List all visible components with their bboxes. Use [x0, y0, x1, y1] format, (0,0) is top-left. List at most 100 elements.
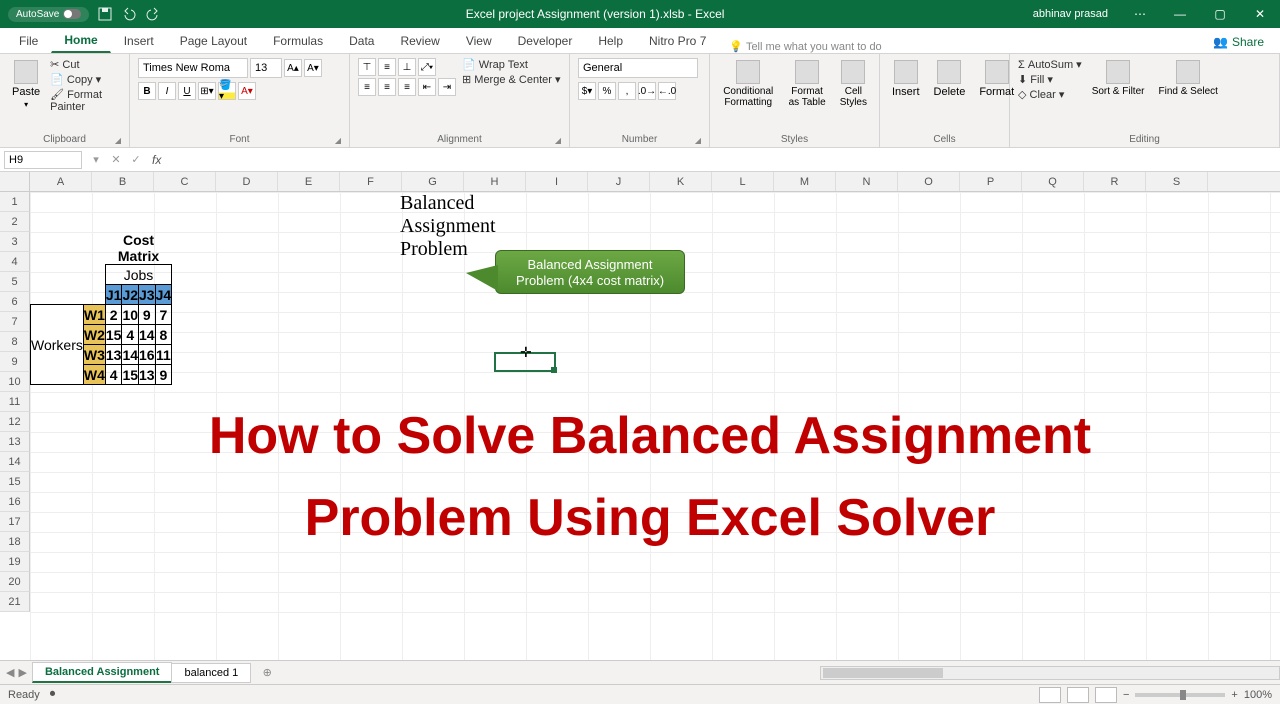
cut-button[interactable]: ✂ Cut [50, 58, 121, 71]
conditional-formatting-button[interactable]: Conditional Formatting [718, 58, 778, 110]
align-top-button[interactable]: ⊤ [358, 58, 376, 76]
comma-button[interactable]: , [618, 82, 636, 100]
close-icon[interactable]: ✕ [1240, 0, 1280, 28]
name-box[interactable] [4, 151, 82, 169]
number-format-select[interactable] [578, 58, 698, 78]
horizontal-scrollbar[interactable] [820, 666, 1280, 680]
normal-view-button[interactable] [1039, 687, 1061, 703]
maximize-icon[interactable]: ▢ [1200, 0, 1240, 28]
align-right-button[interactable]: ≡ [398, 78, 416, 96]
add-sheet-button[interactable]: ⊕ [257, 666, 277, 679]
row-header[interactable]: 19 [0, 552, 30, 572]
save-icon[interactable] [97, 6, 113, 22]
border-button[interactable]: ⊞▾ [198, 82, 216, 100]
tab-nitro[interactable]: Nitro Pro 7 [636, 29, 719, 53]
delete-cells-button[interactable]: Delete [930, 58, 970, 100]
clear-button[interactable]: ◇ Clear ▾ [1018, 88, 1082, 101]
increase-font-button[interactable]: A▴ [284, 59, 302, 77]
column-header[interactable]: B [92, 172, 154, 191]
zoom-level[interactable]: 100% [1244, 689, 1272, 701]
user-name[interactable]: abhinav prasad [1021, 8, 1120, 20]
redo-icon[interactable] [145, 6, 161, 22]
column-header[interactable]: E [278, 172, 340, 191]
ribbon-options-icon[interactable]: ⋯ [1120, 0, 1160, 28]
row-header[interactable]: 20 [0, 572, 30, 592]
minimize-icon[interactable]: — [1160, 0, 1200, 28]
align-center-button[interactable]: ≡ [378, 78, 396, 96]
column-header[interactable]: G [402, 172, 464, 191]
fx-icon[interactable]: fx [146, 153, 167, 167]
formula-input[interactable] [167, 150, 1280, 169]
align-left-button[interactable]: ≡ [358, 78, 376, 96]
row-header[interactable]: 10 [0, 372, 30, 392]
namebox-dropdown-icon[interactable]: ▾ [86, 153, 106, 166]
select-all-button[interactable] [0, 172, 30, 191]
column-header[interactable]: K [650, 172, 712, 191]
page-layout-view-button[interactable] [1067, 687, 1089, 703]
autosum-button[interactable]: Σ AutoSum ▾ [1018, 58, 1082, 71]
align-bottom-button[interactable]: ⊥ [398, 58, 416, 76]
column-header[interactable]: P [960, 172, 1022, 191]
callout-shape[interactable]: Balanced AssignmentProblem (4x4 cost mat… [495, 250, 685, 294]
row-header[interactable]: 13 [0, 432, 30, 452]
column-header[interactable]: O [898, 172, 960, 191]
sheet-tab-active[interactable]: Balanced Assignment [32, 662, 173, 683]
share-button[interactable]: 👥 Share [1203, 31, 1274, 53]
cancel-formula-icon[interactable]: ✕ [106, 153, 126, 166]
column-header[interactable]: F [340, 172, 402, 191]
italic-button[interactable]: I [158, 82, 176, 100]
row-header[interactable]: 2 [0, 212, 30, 232]
bold-button[interactable]: B [138, 82, 156, 100]
paste-button[interactable]: Paste▾ [8, 58, 44, 111]
tab-review[interactable]: Review [387, 29, 452, 53]
increase-decimal-button[interactable]: .0→ [638, 82, 656, 100]
row-header[interactable]: 17 [0, 512, 30, 532]
orientation-button[interactable]: ⤢▾ [418, 58, 436, 76]
row-header[interactable]: 9 [0, 352, 30, 372]
row-header[interactable]: 16 [0, 492, 30, 512]
column-header[interactable]: D [216, 172, 278, 191]
column-header[interactable]: R [1084, 172, 1146, 191]
fill-button[interactable]: ⬇ Fill ▾ [1018, 73, 1082, 86]
insert-cells-button[interactable]: Insert [888, 58, 924, 100]
tell-me-input[interactable]: 💡 Tell me what you want to do [729, 40, 909, 53]
column-header[interactable]: L [712, 172, 774, 191]
row-header[interactable]: 4 [0, 252, 30, 272]
font-name-select[interactable] [138, 58, 248, 78]
row-header[interactable]: 14 [0, 452, 30, 472]
tab-view[interactable]: View [453, 29, 505, 53]
column-header[interactable]: C [154, 172, 216, 191]
page-break-view-button[interactable] [1095, 687, 1117, 703]
format-as-table-button[interactable]: Format as Table [784, 58, 829, 110]
row-header[interactable]: 7 [0, 312, 30, 332]
fill-color-button[interactable]: 🪣▾ [218, 82, 236, 100]
row-header[interactable]: 12 [0, 412, 30, 432]
tab-home[interactable]: Home [51, 28, 110, 53]
sheet-tab-other[interactable]: balanced 1 [171, 663, 251, 683]
row-header[interactable]: 1 [0, 192, 30, 212]
tab-developer[interactable]: Developer [505, 29, 586, 53]
merge-center-button[interactable]: ⊞ Merge & Center ▾ [462, 73, 561, 86]
sheet-nav-prev-icon[interactable]: ◀ [6, 666, 14, 679]
tab-page-layout[interactable]: Page Layout [167, 29, 260, 53]
column-header[interactable]: Q [1022, 172, 1084, 191]
font-size-select[interactable] [250, 58, 282, 78]
zoom-slider[interactable] [1135, 693, 1225, 697]
sheet-nav-next-icon[interactable]: ▶ [18, 666, 26, 679]
macro-record-icon[interactable]: ⏺ [50, 688, 56, 701]
zoom-out-button[interactable]: − [1123, 689, 1129, 701]
row-header[interactable]: 15 [0, 472, 30, 492]
tab-help[interactable]: Help [585, 29, 636, 53]
tab-insert[interactable]: Insert [111, 29, 167, 53]
column-header[interactable]: J [588, 172, 650, 191]
column-header[interactable]: H [464, 172, 526, 191]
increase-indent-button[interactable]: ⇥ [438, 78, 456, 96]
decrease-font-button[interactable]: A▾ [304, 59, 322, 77]
percent-button[interactable]: % [598, 82, 616, 100]
column-header[interactable]: I [526, 172, 588, 191]
tab-data[interactable]: Data [336, 29, 387, 53]
align-middle-button[interactable]: ≡ [378, 58, 396, 76]
row-header[interactable]: 21 [0, 592, 30, 612]
spreadsheet-grid[interactable]: 123456789101112131415161718192021 Balanc… [0, 192, 1280, 660]
undo-icon[interactable] [121, 6, 137, 22]
